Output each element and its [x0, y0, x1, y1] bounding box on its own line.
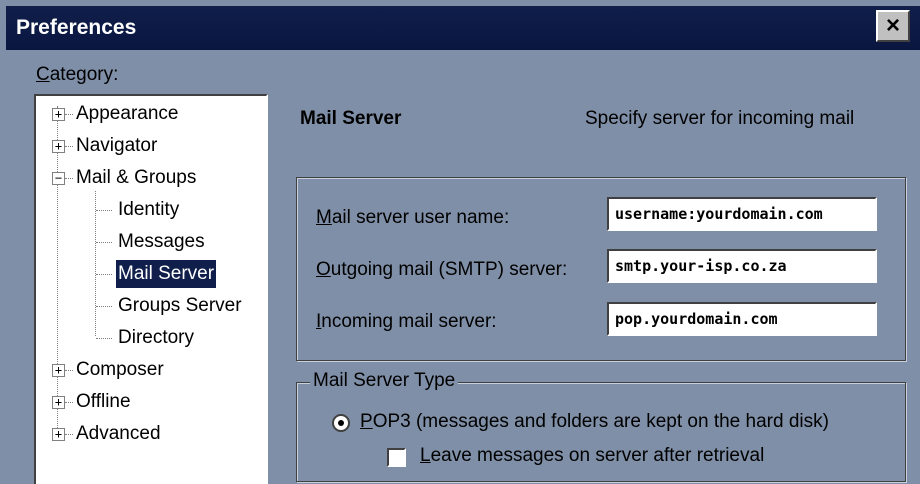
- smtp-server-field[interactable]: smtp.your-isp.co.za: [607, 249, 877, 283]
- category-tree[interactable]: + Appearance + Navigator − Mail & Groups…: [34, 94, 268, 484]
- expand-icon[interactable]: +: [52, 396, 65, 409]
- username-label: Mail server user name:: [316, 207, 510, 228]
- panel-description: Specify server for incoming mail: [585, 108, 855, 129]
- expand-icon[interactable]: +: [52, 108, 65, 121]
- radio-selected-dot: [338, 420, 344, 426]
- window-title: Preferences: [16, 16, 137, 39]
- tree-item-mail-groups[interactable]: − Mail & Groups: [36, 164, 266, 192]
- tree-item-offline[interactable]: + Offline: [36, 388, 266, 416]
- incoming-label: Incoming mail server:: [316, 311, 497, 332]
- close-button[interactable]: ×: [876, 10, 910, 42]
- panel-title: Mail Server: [300, 108, 402, 129]
- pop3-label[interactable]: POP3 (messages and folders are kept on t…: [360, 411, 829, 433]
- close-icon: ×: [885, 12, 900, 39]
- leave-messages-label[interactable]: Leave messages on server after retrieval: [420, 445, 764, 467]
- tree-item-messages[interactable]: Messages: [36, 228, 266, 256]
- title-bar: Preferences ×: [0, 0, 920, 58]
- username-field[interactable]: username:yourdomain.com: [607, 197, 877, 231]
- expand-icon[interactable]: +: [52, 428, 65, 441]
- tree-item-navigator[interactable]: + Navigator: [36, 132, 266, 160]
- tree-branch: [96, 210, 112, 211]
- tree-branch: [65, 146, 73, 147]
- tree-branch: [65, 370, 73, 371]
- expand-icon[interactable]: +: [52, 140, 65, 153]
- tree-item-mail-server[interactable]: Mail Server: [36, 260, 266, 288]
- incoming-server-field[interactable]: pop.yourdomain.com: [607, 302, 877, 336]
- preferences-window: Preferences × Category: + Appearance + N…: [0, 0, 920, 484]
- tree-branch: [65, 178, 73, 179]
- tree-item-composer[interactable]: + Composer: [36, 356, 266, 384]
- tree-branch: [65, 402, 73, 403]
- tree-branch: [96, 242, 112, 243]
- tree-branch: [65, 114, 73, 115]
- leave-messages-checkbox[interactable]: [387, 448, 406, 467]
- expand-icon[interactable]: +: [52, 364, 65, 377]
- collapse-icon[interactable]: −: [52, 172, 65, 185]
- tree-item-groups-server[interactable]: Groups Server: [36, 292, 266, 320]
- tree-branch: [96, 274, 112, 275]
- tree-item-advanced[interactable]: + Advanced: [36, 420, 266, 448]
- smtp-label: Outgoing mail (SMTP) server:: [316, 259, 568, 280]
- tree-branch: [65, 434, 73, 435]
- tree-item-directory[interactable]: Directory: [36, 324, 266, 352]
- server-type-legend: Mail Server Type: [310, 370, 459, 392]
- category-label: Category:: [36, 64, 119, 85]
- pop3-radio[interactable]: [332, 414, 350, 432]
- tree-item-identity[interactable]: Identity: [36, 196, 266, 224]
- title-bar-fill: Preferences: [6, 6, 920, 50]
- tree-branch: [96, 338, 112, 339]
- tree-branch: [96, 306, 112, 307]
- tree-item-appearance[interactable]: + Appearance: [36, 100, 266, 128]
